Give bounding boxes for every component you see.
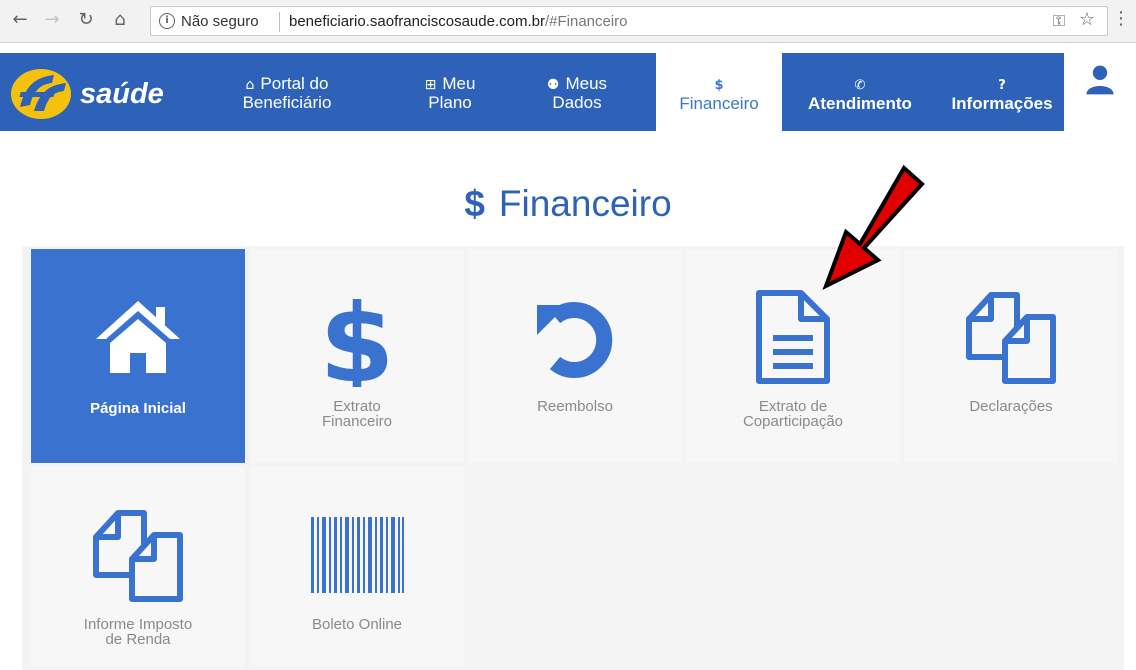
copy-icon bbox=[966, 292, 1056, 384]
tile-label: Extrato Financeiro bbox=[321, 398, 393, 430]
browser-menu-icon[interactable]: ⋮ bbox=[1112, 8, 1130, 29]
page-title-text: Financeiro bbox=[498, 183, 672, 224]
brand-logo[interactable]: saúde bbox=[8, 65, 178, 121]
nav-informacoes[interactable]: ? Informações bbox=[940, 53, 1064, 131]
nav-label-line1: Meus bbox=[565, 74, 608, 93]
reload-icon[interactable]: ↻ bbox=[74, 8, 98, 32]
barcode-icon bbox=[311, 517, 404, 593]
copy-icon bbox=[93, 510, 183, 602]
nav-atendimento[interactable]: ✆ Atendimento bbox=[790, 53, 930, 131]
tile-reembolso[interactable]: Reembolso bbox=[468, 249, 682, 463]
tile-label: Boleto Online bbox=[311, 616, 403, 633]
nav-portal-beneficiario[interactable]: ⌂ Portal do Beneficiário bbox=[212, 53, 362, 131]
tile-label: Declarações bbox=[969, 398, 1053, 415]
back-icon[interactable]: ← bbox=[8, 8, 32, 32]
user-menu[interactable] bbox=[1064, 53, 1136, 131]
page-title: $ Financeiro bbox=[0, 183, 1136, 225]
question-icon: ? bbox=[998, 78, 1006, 93]
nav-label-line2: Beneficiário bbox=[242, 93, 332, 112]
nav-meus-dados[interactable]: ⚉ Meus Dados bbox=[522, 53, 632, 131]
undo-icon bbox=[537, 302, 613, 378]
site-header: saúde ⌂ Portal do Beneficiário ⊞ Meu Plano… bbox=[0, 53, 1136, 131]
address-bar[interactable]: i Não seguro beneficiario.saofranciscosa… bbox=[150, 6, 1108, 36]
info-icon[interactable]: i bbox=[159, 13, 175, 29]
document-icon bbox=[756, 290, 830, 384]
user-icon bbox=[1086, 65, 1114, 95]
nav-label-line2: Dados bbox=[552, 93, 602, 112]
address-divider bbox=[279, 12, 280, 32]
annotation-arrow-icon bbox=[822, 164, 925, 291]
security-label: Não seguro bbox=[181, 13, 259, 30]
tile-label: Extrato de Coparticipação bbox=[742, 398, 844, 430]
nav-label-line2: Financeiro bbox=[679, 94, 759, 113]
nav-label-line2: Informações bbox=[951, 94, 1053, 113]
tile-label: Reembolso bbox=[537, 398, 613, 415]
nav-financeiro[interactable]: $ Financeiro bbox=[656, 53, 782, 131]
nav-label-line2: Plano bbox=[428, 93, 472, 112]
tile-boleto-online[interactable]: Boleto Online bbox=[250, 467, 464, 667]
tile-label: Página Inicial bbox=[90, 400, 186, 417]
dollar-icon: $ bbox=[319, 287, 394, 387]
nav-label-line2: Atendimento bbox=[808, 94, 912, 113]
tile-declaracoes[interactable]: Declarações bbox=[904, 249, 1118, 463]
nav-meu-plano[interactable]: ⊞ Meu Plano bbox=[400, 53, 500, 131]
tile-pagina-inicial[interactable]: Página Inicial bbox=[31, 249, 245, 463]
add-user-icon: ⚉ bbox=[546, 77, 560, 93]
url-host: beneficiario.saofranciscosaude.com.br bbox=[289, 13, 545, 30]
phone-icon: ✆ bbox=[854, 78, 866, 93]
bookmark-star-icon[interactable]: ☆ bbox=[1079, 9, 1095, 30]
home-icon bbox=[96, 301, 180, 373]
forward-icon[interactable]: → bbox=[40, 8, 64, 32]
tile-informe-imposto-renda[interactable]: Informe Imposto de Renda bbox=[31, 467, 245, 667]
main-navbar: saúde ⌂ Portal do Beneficiário ⊞ Meu Plano… bbox=[0, 53, 1064, 131]
medical-kit-icon: ⊞ bbox=[424, 77, 437, 93]
dollar-icon: $ bbox=[464, 183, 485, 224]
url-path: /#Financeiro bbox=[544, 13, 628, 30]
dollar-icon: $ bbox=[714, 78, 724, 93]
home-browser-icon[interactable]: ⌂ bbox=[108, 8, 132, 32]
home-icon: ⌂ bbox=[245, 77, 255, 93]
url-text[interactable]: beneficiario.saofranciscosaude.com.br/#F… bbox=[289, 13, 628, 30]
tile-extrato-financeiro[interactable]: $ Extrato Financeiro bbox=[250, 249, 464, 463]
tile-label: Informe Imposto de Renda bbox=[83, 616, 193, 648]
key-icon[interactable]: ⚿ bbox=[1053, 11, 1065, 31]
svg-text:$: $ bbox=[319, 287, 394, 387]
logo-mark-icon bbox=[11, 69, 71, 119]
nav-label-line1: Portal do bbox=[260, 74, 329, 93]
nav-label-line1: Meu bbox=[442, 74, 476, 93]
logo-text: saúde bbox=[80, 78, 164, 110]
browser-toolbar: ← → ↻ ⌂ i Não seguro beneficiario.saofra… bbox=[0, 0, 1136, 43]
